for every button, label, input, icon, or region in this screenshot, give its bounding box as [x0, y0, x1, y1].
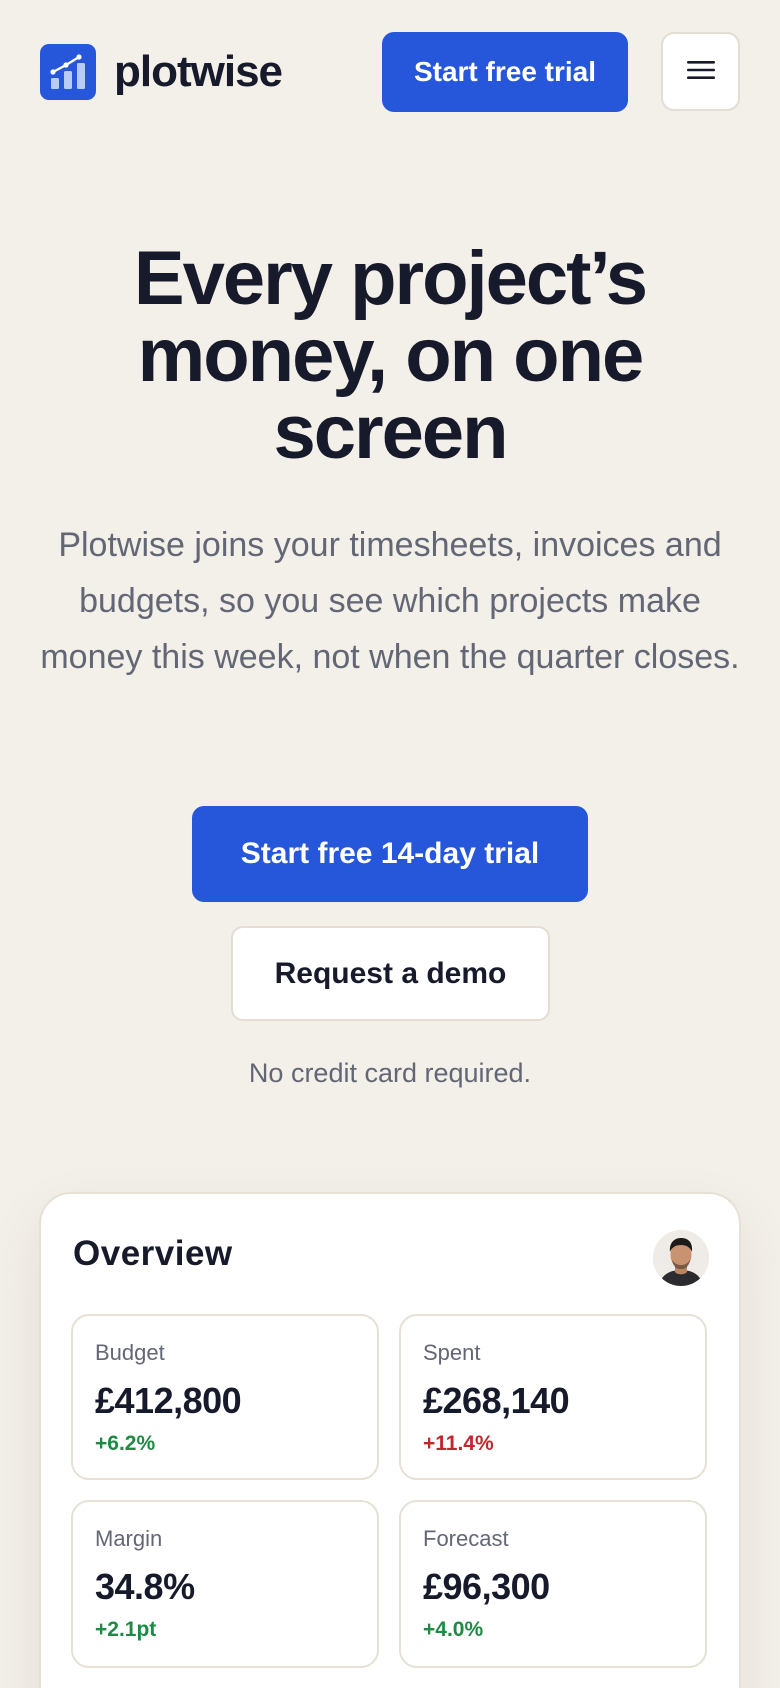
stat-value: £412,800 — [95, 1380, 242, 1421]
stat-value: £268,140 — [423, 1380, 570, 1421]
hero-subtitle: Plotwise joins your timesheets, invoices… — [40, 526, 740, 676]
stat-delta: +2.1pt — [95, 1618, 157, 1641]
no-credit-card-note: No credit card required. — [248, 1058, 532, 1088]
stat-card-margin[interactable]: Margin 34.8% +2.1pt — [71, 1500, 379, 1668]
overview-title: Overview — [73, 1234, 233, 1273]
stat-value: £96,300 — [423, 1566, 550, 1607]
site-header: plotwise Start free trial — [0, 0, 780, 142]
stat-delta: +11.4% — [423, 1432, 494, 1455]
start-free-trial-button[interactable]: Start free trial — [382, 32, 628, 112]
hero-title: Every project’s money, on one screen — [133, 236, 648, 475]
hamburger-menu-icon — [686, 59, 716, 84]
menu-button[interactable] — [661, 32, 740, 111]
bar-chart-logo-icon — [40, 44, 96, 100]
stat-label: Budget — [95, 1340, 165, 1365]
start-free-14-day-trial-button[interactable]: Start free 14-day trial — [192, 806, 588, 902]
stat-label: Forecast — [423, 1526, 509, 1551]
logo[interactable]: plotwise — [40, 44, 283, 100]
avatar[interactable] — [653, 1230, 709, 1286]
stat-delta: +4.0% — [423, 1618, 484, 1641]
request-demo-button[interactable]: Request a demo — [231, 926, 550, 1021]
overview-card: Overview Budget £412,800 +6.2% Spent £26… — [39, 1192, 741, 1688]
stat-card-spent[interactable]: Spent £268,140 +11.4% — [399, 1314, 707, 1480]
stat-delta: +6.2% — [95, 1432, 156, 1455]
stat-card-forecast[interactable]: Forecast £96,300 +4.0% — [399, 1500, 707, 1668]
logo-text: plotwise — [114, 47, 283, 96]
landing-page: plotwise Start free trial Every project’… — [0, 0, 780, 1688]
stat-label: Spent — [423, 1340, 481, 1365]
stat-card-budget[interactable]: Budget £412,800 +6.2% — [71, 1314, 379, 1480]
stat-label: Margin — [95, 1526, 163, 1551]
stat-value: 34.8% — [95, 1566, 195, 1607]
